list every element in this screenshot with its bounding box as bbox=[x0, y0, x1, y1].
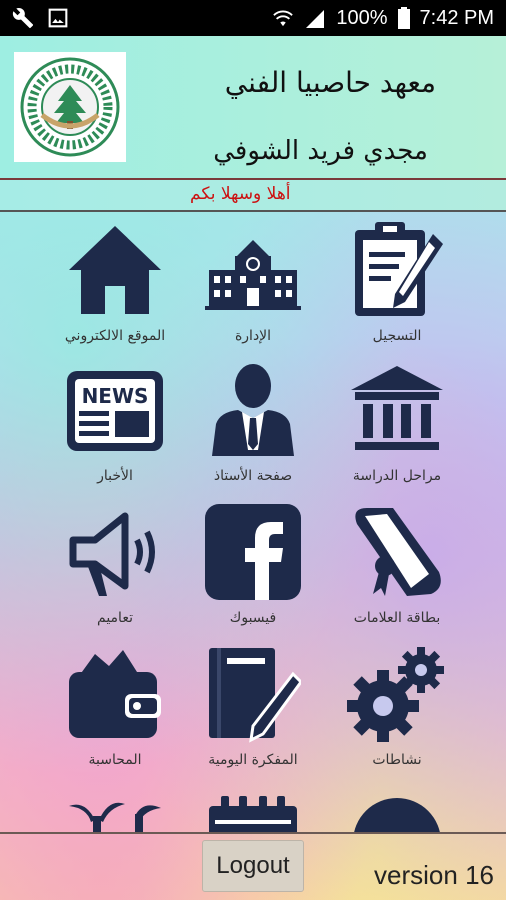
svg-text:NEWS: NEWS bbox=[82, 384, 149, 408]
image-icon bbox=[48, 8, 68, 28]
welcome-text: أهلا وسهلا بكم bbox=[190, 184, 291, 204]
teacher-icon bbox=[198, 360, 308, 460]
battery-icon bbox=[397, 7, 410, 29]
menu-item-partial-3[interactable] bbox=[40, 786, 190, 832]
menu-item-partial-1[interactable] bbox=[322, 786, 472, 832]
news-icon: NEWS bbox=[60, 360, 170, 460]
menu-item-circulars[interactable]: تعاميم bbox=[40, 502, 190, 642]
menu-item-label: الأخبار bbox=[97, 468, 133, 484]
menu-item-label: المحاسبة bbox=[88, 752, 142, 768]
facebook-icon bbox=[198, 502, 308, 602]
gears-icon bbox=[342, 644, 452, 744]
menu-item-administration[interactable]: الإدارة bbox=[178, 220, 328, 360]
page-title: معهد حاصبيا الفني bbox=[224, 66, 436, 99]
menu-item-news[interactable]: NEWS الأخبار bbox=[40, 360, 190, 500]
clipboard-icon bbox=[342, 220, 452, 320]
header: معهد حاصبيا الفني مجدي فريد الشوفي bbox=[0, 36, 506, 178]
menu-item-partial-2[interactable] bbox=[178, 786, 328, 832]
menu-item-label: تعاميم bbox=[97, 610, 133, 626]
school-building-icon bbox=[198, 220, 308, 320]
wallet-icon bbox=[60, 644, 170, 744]
menu-item-label: التسجيل bbox=[372, 328, 422, 344]
menu-item-accounting[interactable]: المحاسبة bbox=[40, 644, 190, 784]
menu-item-study-stages[interactable]: مراحل الدراسة bbox=[322, 360, 472, 500]
institution-icon bbox=[342, 360, 452, 460]
megaphone-icon bbox=[60, 502, 170, 602]
menu-item-label: الإدارة bbox=[234, 328, 272, 344]
signal-icon bbox=[304, 8, 326, 28]
menu-item-facebook[interactable]: فيسبوك bbox=[178, 502, 328, 642]
logout-button[interactable]: Logout bbox=[202, 840, 304, 892]
menu-item-activities[interactable]: نشاطات bbox=[322, 644, 472, 784]
menu-item-label: الموقع الالكتروني bbox=[64, 328, 166, 344]
menu-item-label: فيسبوك bbox=[229, 610, 277, 626]
palm-tree-icon bbox=[60, 786, 170, 832]
institute-logo bbox=[14, 52, 126, 162]
circle-icon bbox=[342, 786, 452, 832]
menu-item-daily-planner[interactable]: المفكرة اليومية bbox=[178, 644, 328, 784]
home-icon bbox=[60, 220, 170, 320]
status-bar: 100% 7:42 PM bbox=[0, 0, 506, 36]
welcome-bar: أهلا وسهلا بكم bbox=[0, 178, 506, 212]
diploma-icon bbox=[342, 502, 452, 602]
app-screen: معهد حاصبيا الفني مجدي فريد الشوفي أهلا … bbox=[0, 36, 506, 900]
wifi-icon bbox=[272, 8, 294, 28]
version-label: version 16 bbox=[374, 860, 494, 890]
wrench-icon bbox=[12, 7, 34, 29]
menu-item-teacher-page[interactable]: صفحة الأستاذ bbox=[178, 360, 328, 500]
menu-grid: التسجيل الإدارة الموقع الالكتروني مراحل … bbox=[0, 212, 506, 832]
menu-item-label: بطاقة العلامات bbox=[353, 610, 441, 626]
menu-item-label: مراحل الدراسة bbox=[352, 468, 442, 484]
menu-item-label: نشاطات bbox=[372, 752, 422, 768]
battery-level: 100% bbox=[336, 6, 388, 29]
menu-item-registration[interactable]: التسجيل bbox=[322, 220, 472, 360]
footer: Logout version 16 bbox=[0, 832, 506, 900]
calendar-icon bbox=[198, 786, 308, 832]
menu-item-website[interactable]: الموقع الالكتروني bbox=[40, 220, 190, 360]
menu-item-label: المفكرة اليومية bbox=[208, 752, 298, 768]
menu-item-grade-card[interactable]: بطاقة العلامات bbox=[322, 502, 472, 642]
notebook-icon bbox=[198, 644, 308, 744]
menu-item-label: صفحة الأستاذ bbox=[213, 468, 293, 484]
clock: 7:42 PM bbox=[419, 6, 494, 29]
user-name: مجدي فريد الشوفي bbox=[213, 136, 428, 166]
